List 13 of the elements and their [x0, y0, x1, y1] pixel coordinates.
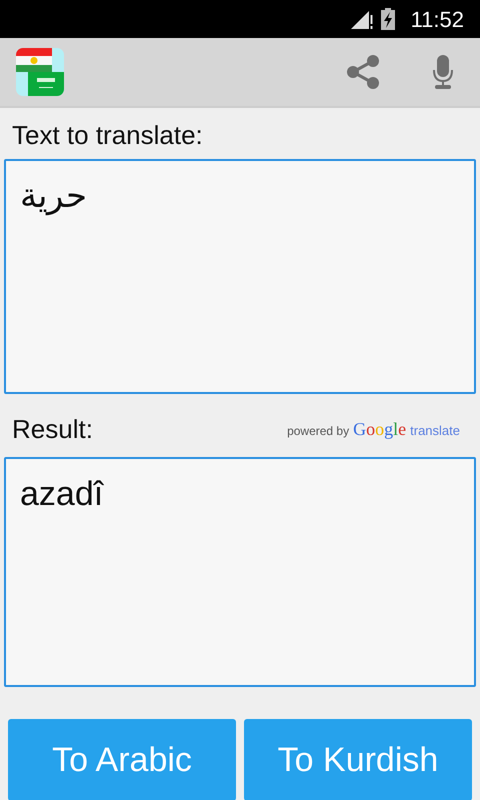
source-label: Text to translate: — [11, 119, 204, 152]
app-logo[interactable] — [16, 48, 64, 96]
share-icon[interactable] — [346, 54, 380, 90]
signal-icon — [350, 9, 373, 29]
google-logo: Google — [353, 418, 406, 441]
microphone-icon[interactable] — [432, 55, 454, 89]
source-text-field[interactable]: حرية — [4, 159, 476, 394]
battery-icon — [380, 8, 395, 30]
translate-text: translate — [410, 422, 460, 440]
result-label: Result: — [12, 413, 93, 446]
result-text-field[interactable]: azadî — [4, 457, 476, 687]
powered-by-text: powered by — [287, 423, 350, 440]
status-time: 11:52 — [410, 6, 464, 34]
